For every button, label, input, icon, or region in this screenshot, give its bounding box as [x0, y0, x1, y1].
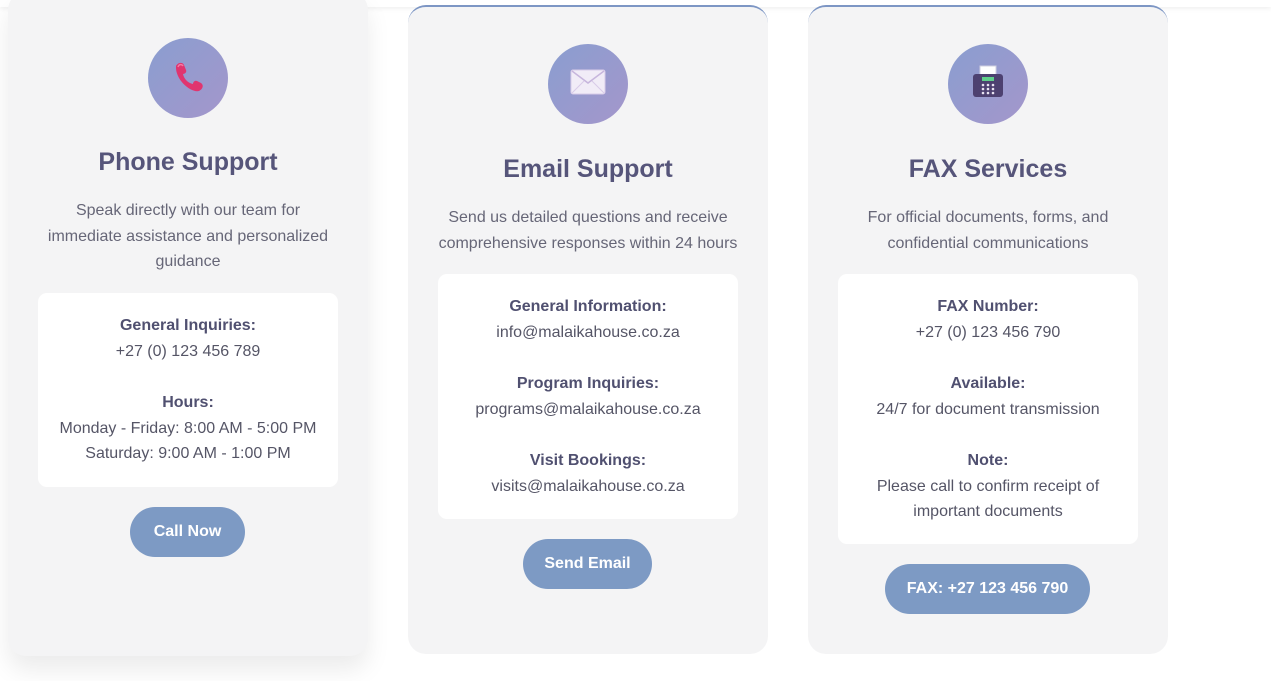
fax-machine-icon: [970, 64, 1006, 105]
info-label: Visit Bookings:: [529, 452, 647, 469]
fax-icon-circle: [948, 44, 1028, 124]
contact-info-box: General Inquiries: +27 (0) 123 456 789 H…: [38, 293, 338, 487]
hours-weekday: Monday - Friday: 8:00 AM - 5:00 PM: [59, 419, 317, 437]
phone-number: +27 (0) 123 456 789: [115, 342, 261, 360]
info-label: Hours:: [162, 394, 214, 411]
phone-icon-circle: [148, 38, 228, 118]
info-label: General Information:: [509, 298, 667, 315]
envelope-icon-circle: [548, 44, 628, 124]
info-label: FAX Number:: [937, 298, 1039, 315]
email-address: info@malaikahouse.co.za: [496, 323, 680, 341]
email-address: programs@malaikahouse.co.za: [475, 400, 701, 418]
fax-services-card: FAX Services For official documents, for…: [808, 5, 1168, 654]
card-title: Phone Support: [98, 148, 278, 176]
call-now-button[interactable]: Call Now: [130, 507, 245, 557]
envelope-icon: [570, 68, 606, 101]
send-email-button[interactable]: Send Email: [523, 539, 652, 589]
card-description: Speak directly with our team for immedia…: [47, 202, 329, 270]
info-label: Note:: [967, 452, 1009, 469]
email-support-card: Email Support Send us detailed questions…: [408, 5, 768, 654]
contact-info-box: FAX Number: +27 (0) 123 456 790 Availabl…: [838, 274, 1138, 544]
fax-number: +27 (0) 123 456 790: [915, 323, 1061, 341]
card-description: For official documents, forms, and confi…: [867, 209, 1109, 252]
availability: 24/7 for document transmission: [876, 400, 1100, 418]
fax-number-button[interactable]: FAX: +27 123 456 790: [885, 564, 1090, 614]
phone-support-card: Phone Support Speak directly with our te…: [8, 0, 368, 656]
card-description: Send us detailed questions and receive c…: [438, 209, 738, 252]
card-title: Email Support: [503, 155, 673, 183]
contact-info-box: General Information: info@malaikahouse.c…: [438, 274, 738, 519]
card-title: FAX Services: [908, 155, 1068, 183]
hours-saturday: Saturday: 9:00 AM - 1:00 PM: [85, 445, 291, 462]
info-label: Program Inquiries:: [516, 375, 660, 392]
email-address: visits@malaikahouse.co.za: [491, 477, 685, 495]
info-label: General Inquiries:: [119, 317, 257, 334]
fax-note: Please call to confirm receipt of import…: [876, 477, 1100, 521]
phone-icon: [168, 56, 208, 101]
info-label: Available:: [950, 375, 1026, 392]
